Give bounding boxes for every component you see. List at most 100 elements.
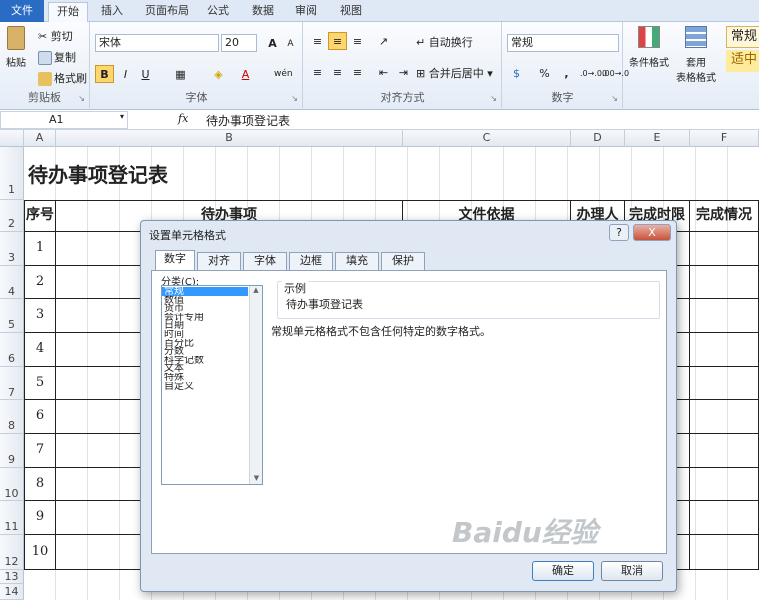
category-item[interactable]: 日期 [162,321,248,330]
row-header-11[interactable]: 11 [0,501,24,535]
align-bottom-icon[interactable]: ≡ [348,32,367,50]
font-color-button[interactable]: A [236,65,255,83]
align-left-icon[interactable]: ≡ [308,63,327,81]
category-item[interactable]: 特殊 [162,373,248,382]
table-cell[interactable] [690,266,759,299]
row-header-14[interactable]: 14 [0,584,24,600]
row-number-cell[interactable]: 8 [24,468,56,501]
help-button[interactable]: ? [609,224,629,241]
table-cell[interactable] [690,299,759,333]
row-header-1[interactable]: 1 [0,147,24,200]
category-list[interactable]: 常规 数值 货币 会计专用 日期 时间 百分比 分数 科学记数 文本 特殊 自定义 ▲ ▼ [161,285,263,485]
tab-font[interactable]: 字体 [243,252,287,270]
italic-button[interactable]: I [116,65,135,83]
align-center-icon[interactable]: ≡ [328,63,347,81]
category-item[interactable]: 数值 [162,296,248,305]
tab-protection[interactable]: 保护 [381,252,425,270]
table-cell[interactable] [690,535,759,570]
tab-view[interactable]: 视图 [333,2,369,22]
tab-fill[interactable]: 填充 [335,252,379,270]
table-cell[interactable] [690,232,759,266]
scroll-down-icon[interactable]: ▼ [250,474,263,482]
row-header-7[interactable]: 7 [0,367,24,400]
number-launcher-icon[interactable]: ↘ [611,94,618,103]
alignment-launcher-icon[interactable]: ↘ [490,94,497,103]
align-right-icon[interactable]: ≡ [348,63,367,81]
tab-review[interactable]: 审阅 [288,2,324,22]
row-number-cell[interactable]: 9 [24,501,56,535]
ok-button[interactable]: 确定 [532,561,594,581]
row-number-cell[interactable]: 3 [24,299,56,333]
row-header-3[interactable]: 3 [0,232,24,266]
row-header-5[interactable]: 5 [0,299,24,333]
paste-button[interactable]: 粘贴 [4,26,28,69]
font-size-select[interactable]: 20 [221,34,257,52]
orientation-icon[interactable]: ↗ [374,32,393,50]
decrease-indent-icon[interactable]: ⇤ [374,63,393,81]
select-all-corner[interactable] [0,130,24,147]
grow-font-button[interactable]: A [263,34,282,52]
tab-number[interactable]: 数字 [155,250,195,271]
category-item[interactable]: 百分比 [162,339,248,348]
tab-formulas[interactable]: 公式 [200,2,236,22]
name-box-dropdown-icon[interactable]: ▾ [120,112,124,121]
row-header-4[interactable]: 4 [0,266,24,299]
table-cell[interactable] [690,333,759,367]
number-format-select[interactable]: 常规 [507,34,619,52]
column-header-c[interactable]: C [403,130,571,147]
row-number-cell[interactable]: 2 [24,266,56,299]
comma-button[interactable]: , [557,64,576,82]
tab-home[interactable]: 开始 [48,2,88,23]
column-header-b[interactable]: B [56,130,403,147]
copy-button[interactable]: 复制 [38,49,76,65]
row-header-10[interactable]: 10 [0,468,24,501]
font-name-select[interactable]: 宋体 [95,34,219,52]
underline-button[interactable]: U [136,65,155,83]
category-item[interactable]: 分数 [162,347,248,356]
style-normal[interactable]: 常规 [726,26,759,48]
column-header-a[interactable]: A [24,130,56,147]
dialog-launcher-icon[interactable]: ↘ [78,94,85,103]
row-header-13[interactable]: 13 [0,570,24,584]
format-as-table-button[interactable]: 套用 表格格式 [670,26,722,84]
tab-border[interactable]: 边框 [289,252,333,270]
table-cell[interactable] [690,367,759,400]
align-top-icon[interactable]: ≡ [308,32,327,50]
name-box[interactable]: A1 [0,111,128,129]
border-icon[interactable]: ▦ [171,65,190,83]
increase-decimal-button[interactable]: .0→.00 [579,64,607,82]
category-item[interactable]: 常规 [162,287,248,296]
category-item[interactable]: 科学记数 [162,356,248,365]
increase-indent-icon[interactable]: ⇥ [394,63,413,81]
cancel-button[interactable]: 取消 [601,561,663,581]
category-item[interactable]: 文本 [162,364,248,373]
conditional-format-button[interactable]: 条件格式 [626,26,672,69]
row-number-cell[interactable]: 1 [24,232,56,266]
tab-insert[interactable]: 插入 [92,2,132,22]
category-item[interactable]: 会计专用 [162,313,248,322]
tab-alignment[interactable]: 对齐 [197,252,241,270]
shrink-font-button[interactable]: A [281,35,300,53]
tab-file[interactable]: 文件 [0,0,44,22]
align-middle-icon[interactable]: ≡ [328,32,347,50]
format-painter-button[interactable]: 格式刷 [38,70,87,86]
percent-button[interactable]: % [535,64,554,82]
row-header-6[interactable]: 6 [0,333,24,367]
tab-page-layout[interactable]: 页面布局 [138,2,196,22]
column-header-d[interactable]: D [571,130,625,147]
table-cell[interactable] [690,468,759,501]
row-header-8[interactable]: 8 [0,400,24,434]
category-item[interactable]: 时间 [162,330,248,339]
category-item[interactable]: 自定义 [162,382,248,391]
row-number-cell[interactable]: 5 [24,367,56,400]
wrap-text-button[interactable]: ↵ 自动换行 [416,34,473,50]
currency-icon[interactable]: $ [507,64,526,82]
bold-button[interactable]: B [95,65,114,83]
fx-icon[interactable]: fx [178,112,188,125]
close-button[interactable]: X [633,224,671,241]
cut-button[interactable]: ✂ 剪切 [38,28,73,44]
formula-content[interactable]: 待办事项登记表 [206,112,290,129]
fill-color-icon[interactable]: ◈ [209,65,228,83]
title-cell[interactable]: 待办事项登记表 [28,159,168,188]
scroll-up-icon[interactable]: ▲ [250,286,262,294]
